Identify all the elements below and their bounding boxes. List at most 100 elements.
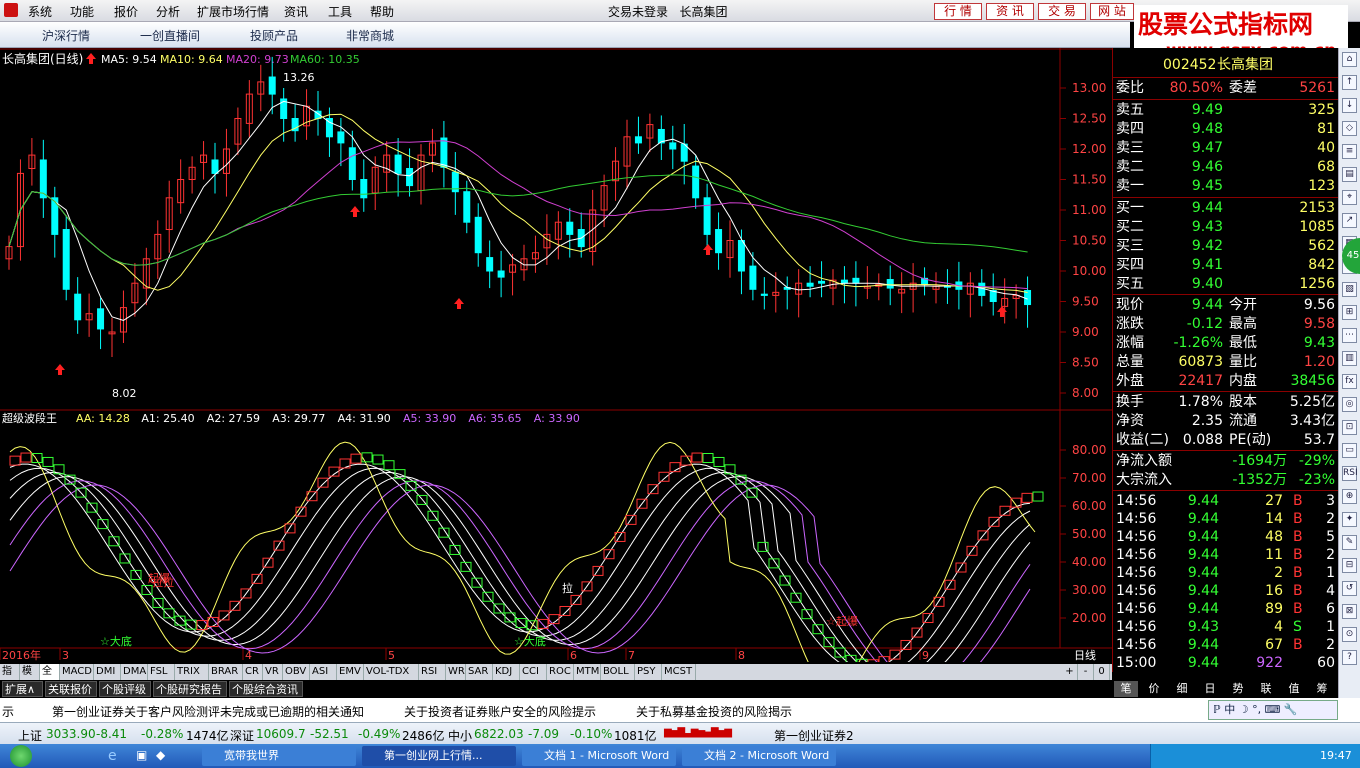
indicator-tab[interactable]: KDJ xyxy=(493,664,520,680)
indicator-tab[interactable]: SAR xyxy=(466,664,493,680)
quote-tab[interactable]: 势 xyxy=(1226,681,1250,697)
menu-item[interactable]: 帮助 xyxy=(370,3,394,20)
tool-icon[interactable]: ↑ xyxy=(1342,75,1357,90)
indicator-tab[interactable]: PSY xyxy=(635,664,662,680)
index-name[interactable]: 中小 xyxy=(448,727,472,744)
tool-icon[interactable]: ⊠ xyxy=(1342,604,1357,619)
tool-icon[interactable]: RSI xyxy=(1342,466,1358,481)
nav-item[interactable]: 沪深行情 xyxy=(42,27,90,44)
ie-icon[interactable]: e xyxy=(108,748,117,764)
zoom-control[interactable]: + xyxy=(1062,664,1078,680)
tool-icon[interactable]: ◇ xyxy=(1342,121,1357,136)
tool-icon[interactable]: ◎ xyxy=(1342,397,1357,412)
quicklaunch-icon[interactable]: ▣ xyxy=(136,748,147,762)
zoom-control[interactable]: - xyxy=(1078,664,1094,680)
indicator-tab[interactable]: ROC xyxy=(547,664,574,680)
index-change[interactable]: -52.51 xyxy=(310,727,349,741)
indicator-tab[interactable]: CCI xyxy=(520,664,547,680)
indicator-tab[interactable]: FSL xyxy=(148,664,175,680)
indicator-tab[interactable]: MCST xyxy=(662,664,696,680)
quote-tab[interactable]: 细 xyxy=(1170,681,1194,697)
index-pct[interactable]: -0.10% xyxy=(570,727,612,741)
news-item[interactable]: 第一创业证券关于客户风险测评未完成或已逾期的相关通知 xyxy=(52,703,364,720)
menu-item[interactable]: 报价 xyxy=(114,3,138,20)
index-change[interactable]: -8.41 xyxy=(96,727,127,741)
indicator-tab[interactable]: VOL-TDX xyxy=(364,664,419,680)
index-amount[interactable]: 1081亿 xyxy=(614,727,657,744)
index-value[interactable]: 10609.7 xyxy=(256,727,306,741)
indicator-tab[interactable]: BOLL xyxy=(601,664,635,680)
tool-icon[interactable]: ↺ xyxy=(1342,581,1357,596)
indicator-tab[interactable]: CR xyxy=(243,664,263,680)
indicator-tab[interactable]: RSI xyxy=(419,664,446,680)
indicator-tab[interactable]: EMV xyxy=(337,664,364,680)
quote-tab[interactable]: 筹 xyxy=(1310,681,1334,697)
input-method-indicator[interactable]: ℙ 中 ☽ °, ⌨ 🔧 xyxy=(1208,700,1338,720)
trade-button[interactable]: 交 易 xyxy=(1038,3,1086,20)
indicator-tab[interactable]: DMI xyxy=(94,664,121,680)
index-value[interactable]: 6822.03 xyxy=(474,727,524,741)
menu-item[interactable]: 系统 xyxy=(28,3,52,20)
index-amount[interactable]: 2486亿 xyxy=(402,727,445,744)
tool-icon[interactable]: ▭ xyxy=(1342,443,1357,458)
index-name[interactable]: 深证 xyxy=(230,727,254,744)
tool-icon[interactable]: ? xyxy=(1342,650,1357,665)
index-value[interactable]: 3033.90 xyxy=(46,727,96,741)
indicator-tab[interactable]: ASI xyxy=(310,664,337,680)
tool-icon[interactable]: ✎ xyxy=(1342,535,1357,550)
tool-icon[interactable]: ↓ xyxy=(1342,98,1357,113)
indicator-tab[interactable]: DMA xyxy=(121,664,148,680)
index-amount[interactable]: 1474亿 xyxy=(186,727,229,744)
zoom-control[interactable]: 0 xyxy=(1094,664,1110,680)
menu-item[interactable]: 分析 xyxy=(156,3,180,20)
taskbar-item[interactable]: 文档 2 - Microsoft Word xyxy=(682,746,836,766)
menu-item[interactable]: 功能 xyxy=(70,3,94,20)
news-item[interactable]: 关于投资者证券账户安全的风险提示 xyxy=(404,703,596,720)
quote-tab[interactable]: 值 xyxy=(1282,681,1306,697)
tool-icon[interactable]: ✦ xyxy=(1342,512,1357,527)
quote-tab[interactable]: 笔 xyxy=(1114,681,1138,697)
bottom-tab[interactable]: 扩展∧ xyxy=(2,681,43,697)
bottom-tab[interactable]: 个股综合资讯 xyxy=(229,681,303,697)
tool-icon[interactable]: fx xyxy=(1342,374,1357,389)
indicator-tab[interactable]: 指标 xyxy=(0,664,20,693)
start-button[interactable] xyxy=(0,744,44,768)
tool-icon[interactable]: ⋯ xyxy=(1342,328,1357,343)
menu-item[interactable]: 扩展市场行情 xyxy=(197,3,269,20)
quote-tab[interactable]: 联 xyxy=(1254,681,1278,697)
taskbar-item[interactable]: 文档 1 - Microsoft Word xyxy=(522,746,676,766)
indicator-tab[interactable]: 全部 xyxy=(40,664,60,693)
website-button[interactable]: 网 站 xyxy=(1090,3,1134,20)
indicator-tab[interactable]: VR xyxy=(263,664,283,680)
bottom-tab[interactable]: 关联报价 xyxy=(45,681,97,697)
tool-icon[interactable]: ↗ xyxy=(1342,213,1357,228)
indicator-tab[interactable]: TRIX xyxy=(175,664,209,680)
tool-icon[interactable]: ▤ xyxy=(1342,167,1357,182)
tool-icon[interactable]: ⌖ xyxy=(1342,190,1357,205)
nav-item[interactable]: 投顾产品 xyxy=(250,27,298,44)
indicator-tab[interactable]: BRAR xyxy=(209,664,243,680)
tool-icon[interactable]: ≡ xyxy=(1342,144,1357,159)
tool-icon[interactable]: ⌂ xyxy=(1342,52,1357,67)
taskbar-item[interactable]: 第一创业网上行情... xyxy=(362,746,516,766)
index-change[interactable]: -7.09 xyxy=(528,727,559,741)
tool-icon[interactable]: ⊕ xyxy=(1342,489,1357,504)
tool-icon[interactable]: ▥ xyxy=(1342,351,1357,366)
bottom-tab[interactable]: 个股研究报告 xyxy=(153,681,227,697)
news-button[interactable]: 资 讯 xyxy=(986,3,1034,20)
indicator-tab[interactable]: MTM xyxy=(574,664,601,680)
quicklaunch-icon[interactable]: ◆ xyxy=(156,748,165,762)
bottom-tab[interactable]: 个股评级 xyxy=(99,681,151,697)
tool-icon[interactable]: ⊙ xyxy=(1342,627,1357,642)
indicator-tab[interactable]: WR xyxy=(446,664,466,680)
taskbar-item[interactable]: 宽带我世界 xyxy=(202,746,356,766)
stock-chart[interactable]: 13.00 12.50 12.00 11.50 11.00 10.50 10.00 9.50 9… xyxy=(0,48,1112,662)
news-item[interactable]: 示 xyxy=(2,703,14,720)
tool-icon[interactable]: ⊞ xyxy=(1342,305,1357,320)
indicator-tab[interactable]: MACD xyxy=(60,664,94,680)
index-pct[interactable]: -0.49% xyxy=(358,727,400,741)
quote-tab[interactable]: 价 xyxy=(1142,681,1166,697)
nav-item[interactable]: 一创直播间 xyxy=(140,27,200,44)
news-item[interactable]: 关于私募基金投资的风险揭示 xyxy=(636,703,792,720)
tool-icon[interactable]: ⊟ xyxy=(1342,558,1357,573)
